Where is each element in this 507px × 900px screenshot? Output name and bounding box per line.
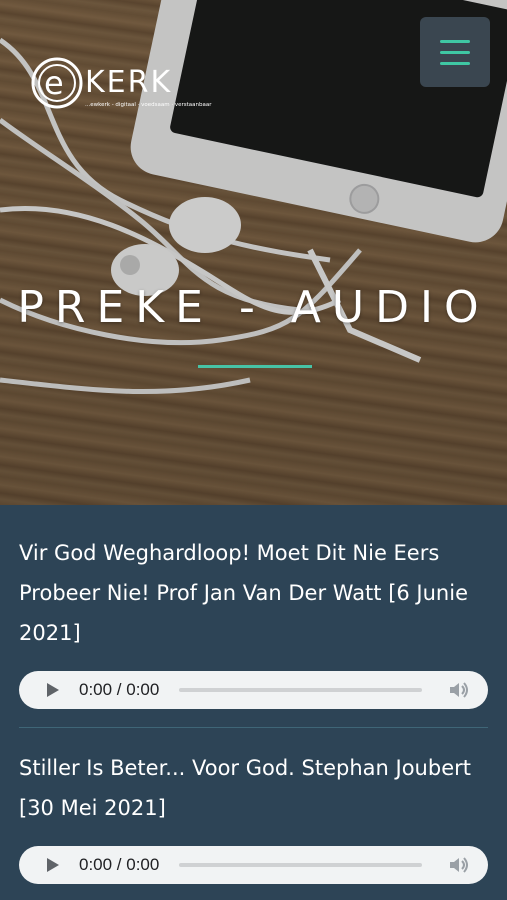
volume-icon[interactable] — [448, 681, 470, 699]
sermon-item: Stiller Is Beter... Voor God. Stephan Jo… — [19, 727, 488, 884]
hamburger-icon — [440, 39, 470, 43]
audio-progress-bar[interactable] — [179, 863, 422, 867]
sermon-title: Stiller Is Beter... Voor God. Stephan Jo… — [19, 756, 471, 820]
menu-button[interactable] — [420, 17, 490, 87]
svg-text:KERK: KERK — [85, 65, 172, 100]
volume-icon[interactable] — [448, 856, 470, 874]
page-title: PREKE - AUDIO — [17, 282, 490, 333]
sermon-item: Vir God Weghardloop! Moet Dit Nie Eers P… — [19, 505, 488, 709]
sermon-list: Vir God Weghardloop! Moet Dit Nie Eers P… — [0, 505, 507, 884]
sermon-title: Vir God Weghardloop! Moet Dit Nie Eers P… — [19, 541, 468, 645]
title-underline — [198, 365, 312, 368]
play-icon[interactable] — [47, 858, 59, 872]
ekerk-logo[interactable]: e KERK ...ewkerk - digitaal · voedsaam ·… — [30, 56, 220, 112]
audio-progress-bar[interactable] — [179, 688, 422, 692]
svg-text:...ewkerk - digitaal · voedsaa: ...ewkerk - digitaal · voedsaam · versta… — [85, 102, 212, 108]
audio-time: 0:00 / 0:00 — [79, 855, 160, 874]
hamburger-icon-bar — [440, 50, 470, 54]
play-icon[interactable] — [47, 683, 59, 697]
svg-text:e: e — [44, 64, 64, 102]
audio-time: 0:00 / 0:00 — [79, 680, 160, 699]
audio-player[interactable]: 0:00 / 0:00 — [19, 846, 488, 884]
hero-banner: e KERK ...ewkerk - digitaal · voedsaam ·… — [0, 0, 507, 505]
hamburger-icon-bar — [440, 61, 470, 65]
audio-player[interactable]: 0:00 / 0:00 — [19, 671, 488, 709]
